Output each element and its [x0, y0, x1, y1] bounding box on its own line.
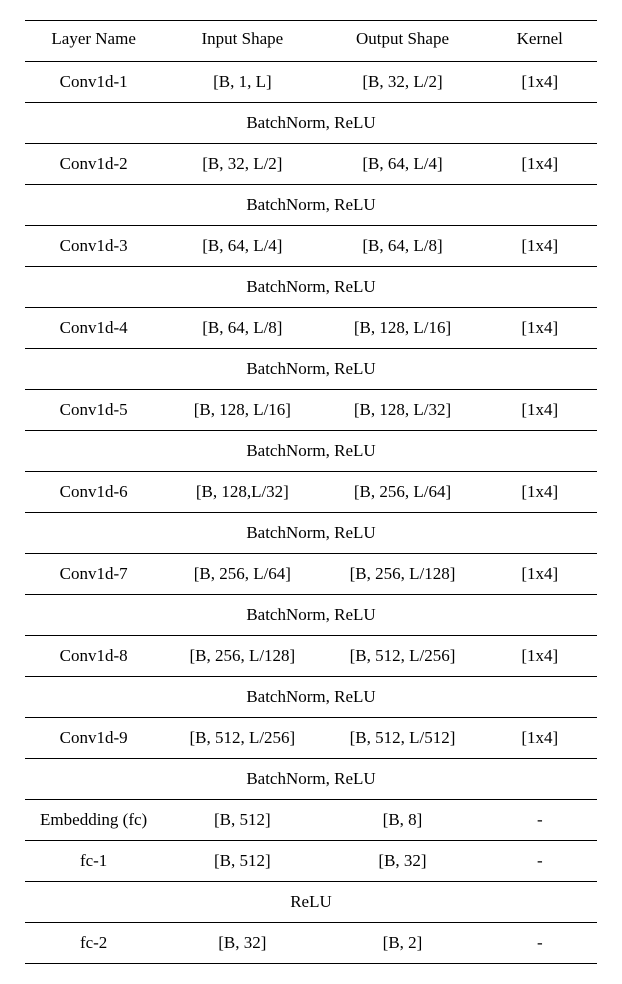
- cell-output: [B, 128, L/16]: [322, 308, 482, 349]
- cell-output: [B, 64, L/8]: [322, 226, 482, 267]
- cell-layer: Conv1d-7: [25, 554, 162, 595]
- cell-kernel: [1x4]: [483, 472, 597, 513]
- cell-layer: Conv1d-9: [25, 718, 162, 759]
- span-cell: BatchNorm, ReLU: [25, 677, 597, 718]
- cell-layer: Conv1d-5: [25, 390, 162, 431]
- cell-layer: fc-2: [25, 923, 162, 964]
- table-row: fc-2[B, 32][B, 2]-: [25, 923, 597, 964]
- cell-input: [B, 128,L/32]: [162, 472, 322, 513]
- cell-kernel: -: [483, 800, 597, 841]
- cell-output: [B, 512, L/256]: [322, 636, 482, 677]
- cell-input: [B, 1, L]: [162, 62, 322, 103]
- cell-output: [B, 512, L/512]: [322, 718, 482, 759]
- cell-input: [B, 256, L/64]: [162, 554, 322, 595]
- cell-output: [B, 256, L/64]: [322, 472, 482, 513]
- cell-layer: Conv1d-1: [25, 62, 162, 103]
- cell-kernel: [1x4]: [483, 390, 597, 431]
- span-cell: BatchNorm, ReLU: [25, 431, 597, 472]
- table-row: Conv1d-7[B, 256, L/64][B, 256, L/128][1x…: [25, 554, 597, 595]
- cell-input: [B, 256, L/128]: [162, 636, 322, 677]
- header-output: Output Shape: [322, 21, 482, 62]
- cell-kernel: [1x4]: [483, 308, 597, 349]
- span-cell: ReLU: [25, 882, 597, 923]
- cell-kernel: -: [483, 841, 597, 882]
- table-row: Conv1d-1[B, 1, L][B, 32, L/2][1x4]: [25, 62, 597, 103]
- span-cell: BatchNorm, ReLU: [25, 103, 597, 144]
- span-cell: BatchNorm, ReLU: [25, 759, 597, 800]
- cell-kernel: [1x4]: [483, 718, 597, 759]
- table-row: BatchNorm, ReLU: [25, 185, 597, 226]
- header-input: Input Shape: [162, 21, 322, 62]
- cell-output: [B, 2]: [322, 923, 482, 964]
- table-row: fc-1[B, 512][B, 32]-: [25, 841, 597, 882]
- table-row: BatchNorm, ReLU: [25, 431, 597, 472]
- table-row: BatchNorm, ReLU: [25, 513, 597, 554]
- cell-input: [B, 64, L/4]: [162, 226, 322, 267]
- cell-kernel: [1x4]: [483, 554, 597, 595]
- table-row: Conv1d-5[B, 128, L/16][B, 128, L/32][1x4…: [25, 390, 597, 431]
- table-row: Conv1d-8[B, 256, L/128][B, 512, L/256][1…: [25, 636, 597, 677]
- cell-kernel: [1x4]: [483, 62, 597, 103]
- cell-kernel: [1x4]: [483, 226, 597, 267]
- span-cell: BatchNorm, ReLU: [25, 513, 597, 554]
- cell-layer: Conv1d-4: [25, 308, 162, 349]
- cell-kernel: [1x4]: [483, 144, 597, 185]
- table-row: Conv1d-3[B, 64, L/4][B, 64, L/8][1x4]: [25, 226, 597, 267]
- cell-output: [B, 32]: [322, 841, 482, 882]
- header-layer: Layer Name: [25, 21, 162, 62]
- span-cell: BatchNorm, ReLU: [25, 267, 597, 308]
- table-row: BatchNorm, ReLU: [25, 267, 597, 308]
- table-row: Embedding (fc)[B, 512][B, 8]-: [25, 800, 597, 841]
- cell-output: [B, 256, L/128]: [322, 554, 482, 595]
- cell-input: [B, 128, L/16]: [162, 390, 322, 431]
- cell-input: [B, 32]: [162, 923, 322, 964]
- table-header-row: Layer Name Input Shape Output Shape Kern…: [25, 21, 597, 62]
- table-row: Conv1d-9[B, 512, L/256][B, 512, L/512][1…: [25, 718, 597, 759]
- table-row: BatchNorm, ReLU: [25, 677, 597, 718]
- cell-output: [B, 32, L/2]: [322, 62, 482, 103]
- architecture-table: Layer Name Input Shape Output Shape Kern…: [25, 20, 597, 964]
- table-row: ReLU: [25, 882, 597, 923]
- cell-input: [B, 64, L/8]: [162, 308, 322, 349]
- table-row: Conv1d-4[B, 64, L/8][B, 128, L/16][1x4]: [25, 308, 597, 349]
- cell-output: [B, 64, L/4]: [322, 144, 482, 185]
- header-kernel: Kernel: [483, 21, 597, 62]
- cell-input: [B, 32, L/2]: [162, 144, 322, 185]
- cell-layer: Conv1d-3: [25, 226, 162, 267]
- table-row: Conv1d-2[B, 32, L/2][B, 64, L/4][1x4]: [25, 144, 597, 185]
- span-cell: BatchNorm, ReLU: [25, 185, 597, 226]
- cell-input: [B, 512, L/256]: [162, 718, 322, 759]
- span-cell: BatchNorm, ReLU: [25, 595, 597, 636]
- table-row: BatchNorm, ReLU: [25, 759, 597, 800]
- span-cell: BatchNorm, ReLU: [25, 349, 597, 390]
- table-row: BatchNorm, ReLU: [25, 595, 597, 636]
- cell-output: [B, 128, L/32]: [322, 390, 482, 431]
- cell-layer: fc-1: [25, 841, 162, 882]
- cell-output: [B, 8]: [322, 800, 482, 841]
- cell-layer: Conv1d-6: [25, 472, 162, 513]
- cell-kernel: -: [483, 923, 597, 964]
- cell-layer: Embedding (fc): [25, 800, 162, 841]
- cell-layer: Conv1d-2: [25, 144, 162, 185]
- table-row: BatchNorm, ReLU: [25, 349, 597, 390]
- table-row: BatchNorm, ReLU: [25, 103, 597, 144]
- table-row: Conv1d-6[B, 128,L/32][B, 256, L/64][1x4]: [25, 472, 597, 513]
- cell-input: [B, 512]: [162, 800, 322, 841]
- cell-kernel: [1x4]: [483, 636, 597, 677]
- cell-layer: Conv1d-8: [25, 636, 162, 677]
- cell-input: [B, 512]: [162, 841, 322, 882]
